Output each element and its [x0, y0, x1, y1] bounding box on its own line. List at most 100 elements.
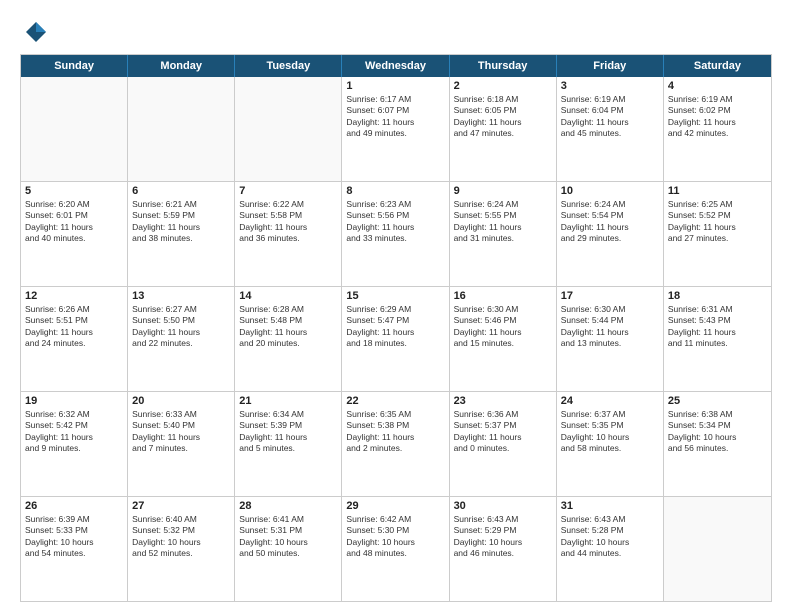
calendar-row-2: 12Sunrise: 6:26 AM Sunset: 5:51 PM Dayli… [21, 287, 771, 392]
day-number: 18 [668, 290, 767, 302]
day-cell-17: 17 Sunrise: 6:30 AM Sunset: 5:44 PM Dayli… [557, 287, 664, 391]
day-cell-3: 3Sunrise: 6:19 AM Sunset: 6:04 PM Daylig… [557, 77, 664, 181]
day-cell-27: 27Sunrise: 6:40 AM Sunset: 5:32 PM Dayli… [128, 497, 235, 601]
day-cell-5: 5 Sunrise: 6:20 AM Sunset: 6:01 PM Daylig… [21, 182, 128, 286]
weekday-header-sunday: Sunday [21, 55, 128, 77]
day-number: 21 [239, 395, 337, 407]
day-detail: Sunrise: 6:32 AM Sunset: 5:42 PM Dayligh… [25, 409, 123, 455]
day-number: 30 [454, 500, 552, 512]
day-cell-10: 10Sunrise: 6:24 AM Sunset: 5:54 PM Dayli… [557, 182, 664, 286]
day-detail: Sunrise: 6:35 AM Sunset: 5:38 PM Dayligh… [346, 409, 444, 455]
calendar-row-3: 19 Sunrise: 6:32 AM Sunset: 5:42 PM Dayli… [21, 392, 771, 497]
day-detail: Sunrise: 6:42 AM Sunset: 5:30 PM Dayligh… [346, 514, 444, 560]
day-number: 22 [346, 395, 444, 407]
day-detail: Sunrise: 6:39 AM Sunset: 5:33 PM Dayligh… [25, 514, 123, 560]
weekday-header-saturday: Saturday [664, 55, 771, 77]
day-cell-7: 7 Sunrise: 6:22 AM Sunset: 5:58 PM Daylig… [235, 182, 342, 286]
day-number: 29 [346, 500, 444, 512]
header [20, 18, 772, 46]
weekday-header-wednesday: Wednesday [342, 55, 449, 77]
day-cell-15: 15 Sunrise: 6:29 AM Sunset: 5:47 PM Dayli… [342, 287, 449, 391]
day-cell-25: 25 Sunrise: 6:38 AM Sunset: 5:34 PM Dayli… [664, 392, 771, 496]
day-cell-28: 28Sunrise: 6:41 AM Sunset: 5:31 PM Dayli… [235, 497, 342, 601]
day-detail: Sunrise: 6:34 AM Sunset: 5:39 PM Dayligh… [239, 409, 337, 455]
day-cell-8: 8 Sunrise: 6:23 AM Sunset: 5:56 PM Daylig… [342, 182, 449, 286]
empty-cell-0-2 [235, 77, 342, 181]
logo [20, 18, 52, 46]
day-number: 14 [239, 290, 337, 302]
weekday-header-tuesday: Tuesday [235, 55, 342, 77]
day-detail: Sunrise: 6:30 AM Sunset: 5:44 PM Dayligh… [561, 304, 659, 350]
day-number: 31 [561, 500, 659, 512]
empty-cell-0-0 [21, 77, 128, 181]
empty-cell-4-6 [664, 497, 771, 601]
day-detail: Sunrise: 6:24 AM Sunset: 5:55 PM Dayligh… [454, 199, 552, 245]
day-cell-9: 9 Sunrise: 6:24 AM Sunset: 5:55 PM Daylig… [450, 182, 557, 286]
day-number: 25 [668, 395, 767, 407]
day-detail: Sunrise: 6:28 AM Sunset: 5:48 PM Dayligh… [239, 304, 337, 350]
day-number: 12 [25, 290, 123, 302]
day-number: 5 [25, 185, 123, 197]
day-number: 16 [454, 290, 552, 302]
day-number: 26 [25, 500, 123, 512]
weekday-header-monday: Monday [128, 55, 235, 77]
day-number: 1 [346, 80, 444, 92]
day-detail: Sunrise: 6:20 AM Sunset: 6:01 PM Dayligh… [25, 199, 123, 245]
day-number: 19 [25, 395, 123, 407]
day-detail: Sunrise: 6:17 AM Sunset: 6:07 PM Dayligh… [346, 94, 444, 140]
day-detail: Sunrise: 6:37 AM Sunset: 5:35 PM Dayligh… [561, 409, 659, 455]
page: SundayMondayTuesdayWednesdayThursdayFrid… [0, 0, 792, 612]
day-detail: Sunrise: 6:36 AM Sunset: 5:37 PM Dayligh… [454, 409, 552, 455]
day-number: 23 [454, 395, 552, 407]
day-cell-24: 24 Sunrise: 6:37 AM Sunset: 5:35 PM Dayli… [557, 392, 664, 496]
day-detail: Sunrise: 6:19 AM Sunset: 6:02 PM Dayligh… [668, 94, 767, 140]
day-detail: Sunrise: 6:29 AM Sunset: 5:47 PM Dayligh… [346, 304, 444, 350]
day-cell-12: 12Sunrise: 6:26 AM Sunset: 5:51 PM Dayli… [21, 287, 128, 391]
day-cell-6: 6Sunrise: 6:21 AM Sunset: 5:59 PM Daylig… [128, 182, 235, 286]
day-number: 3 [561, 80, 659, 92]
calendar: SundayMondayTuesdayWednesdayThursdayFrid… [20, 54, 772, 602]
day-detail: Sunrise: 6:43 AM Sunset: 5:28 PM Dayligh… [561, 514, 659, 560]
day-detail: Sunrise: 6:43 AM Sunset: 5:29 PM Dayligh… [454, 514, 552, 560]
day-detail: Sunrise: 6:18 AM Sunset: 6:05 PM Dayligh… [454, 94, 552, 140]
day-number: 8 [346, 185, 444, 197]
day-number: 17 [561, 290, 659, 302]
day-cell-14: 14 Sunrise: 6:28 AM Sunset: 5:48 PM Dayli… [235, 287, 342, 391]
day-detail: Sunrise: 6:30 AM Sunset: 5:46 PM Dayligh… [454, 304, 552, 350]
day-number: 4 [668, 80, 767, 92]
day-cell-26: 26 Sunrise: 6:39 AM Sunset: 5:33 PM Dayli… [21, 497, 128, 601]
day-cell-2: 2Sunrise: 6:18 AM Sunset: 6:05 PM Daylig… [450, 77, 557, 181]
day-cell-16: 16 Sunrise: 6:30 AM Sunset: 5:46 PM Dayli… [450, 287, 557, 391]
day-number: 6 [132, 185, 230, 197]
calendar-row-0: 1 Sunrise: 6:17 AM Sunset: 6:07 PM Daylig… [21, 77, 771, 182]
empty-cell-0-1 [128, 77, 235, 181]
calendar-body: 1 Sunrise: 6:17 AM Sunset: 6:07 PM Daylig… [21, 77, 771, 601]
day-cell-20: 20Sunrise: 6:33 AM Sunset: 5:40 PM Dayli… [128, 392, 235, 496]
calendar-header: SundayMondayTuesdayWednesdayThursdayFrid… [21, 55, 771, 77]
day-cell-19: 19 Sunrise: 6:32 AM Sunset: 5:42 PM Dayli… [21, 392, 128, 496]
day-cell-30: 30 Sunrise: 6:43 AM Sunset: 5:29 PM Dayli… [450, 497, 557, 601]
day-cell-1: 1 Sunrise: 6:17 AM Sunset: 6:07 PM Daylig… [342, 77, 449, 181]
day-detail: Sunrise: 6:22 AM Sunset: 5:58 PM Dayligh… [239, 199, 337, 245]
calendar-row-4: 26 Sunrise: 6:39 AM Sunset: 5:33 PM Dayli… [21, 497, 771, 601]
day-cell-21: 21 Sunrise: 6:34 AM Sunset: 5:39 PM Dayli… [235, 392, 342, 496]
day-cell-11: 11Sunrise: 6:25 AM Sunset: 5:52 PM Dayli… [664, 182, 771, 286]
day-detail: Sunrise: 6:31 AM Sunset: 5:43 PM Dayligh… [668, 304, 767, 350]
weekday-header-thursday: Thursday [450, 55, 557, 77]
day-cell-29: 29 Sunrise: 6:42 AM Sunset: 5:30 PM Dayli… [342, 497, 449, 601]
day-number: 9 [454, 185, 552, 197]
weekday-header-friday: Friday [557, 55, 664, 77]
day-detail: Sunrise: 6:38 AM Sunset: 5:34 PM Dayligh… [668, 409, 767, 455]
day-number: 10 [561, 185, 659, 197]
day-number: 15 [346, 290, 444, 302]
day-number: 24 [561, 395, 659, 407]
day-cell-31: 31 Sunrise: 6:43 AM Sunset: 5:28 PM Dayli… [557, 497, 664, 601]
calendar-row-1: 5 Sunrise: 6:20 AM Sunset: 6:01 PM Daylig… [21, 182, 771, 287]
day-detail: Sunrise: 6:27 AM Sunset: 5:50 PM Dayligh… [132, 304, 230, 350]
day-number: 20 [132, 395, 230, 407]
day-cell-18: 18 Sunrise: 6:31 AM Sunset: 5:43 PM Dayli… [664, 287, 771, 391]
day-detail: Sunrise: 6:23 AM Sunset: 5:56 PM Dayligh… [346, 199, 444, 245]
day-number: 28 [239, 500, 337, 512]
day-number: 7 [239, 185, 337, 197]
day-cell-22: 22 Sunrise: 6:35 AM Sunset: 5:38 PM Dayli… [342, 392, 449, 496]
